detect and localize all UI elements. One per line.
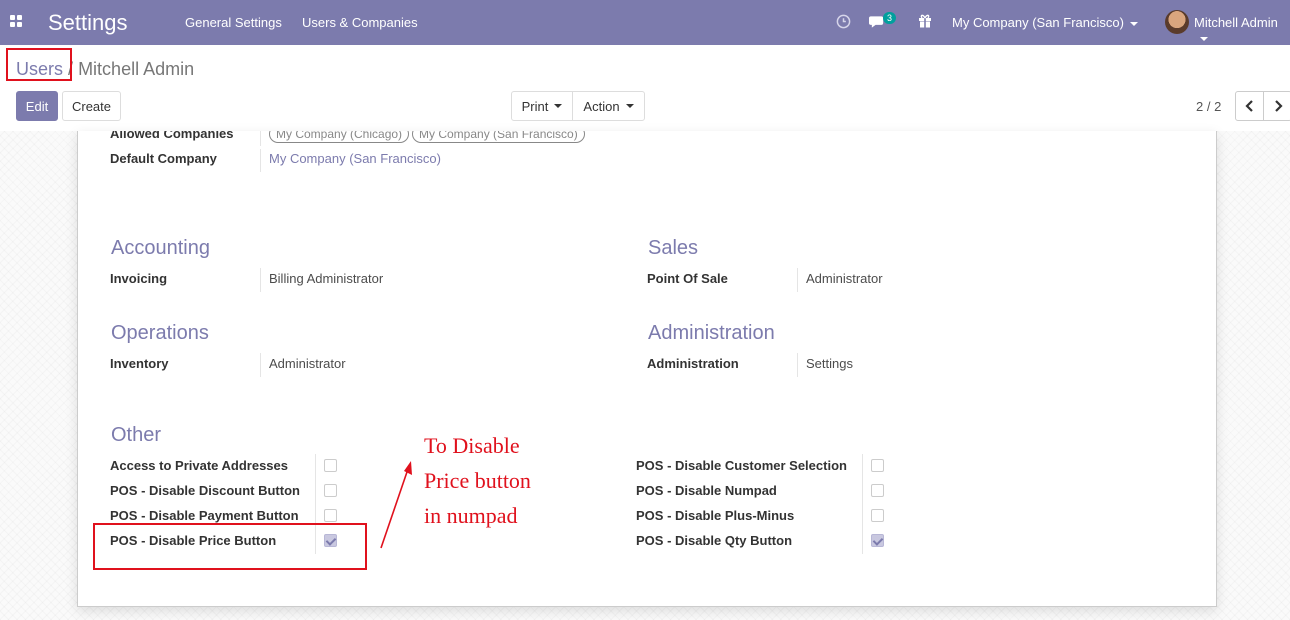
invoicing-label: Invoicing: [110, 271, 168, 286]
disable-qty-checkbox[interactable]: [871, 534, 884, 547]
inventory-value[interactable]: Administrator: [269, 356, 346, 371]
section-title-accounting: Accounting: [111, 237, 210, 259]
user-name: Mitchell Admin: [1194, 15, 1278, 30]
chevron-down-icon: [625, 104, 634, 108]
checkbox-label: POS - Disable Plus-Minus: [636, 508, 795, 523]
menu-general-settings[interactable]: General Settings: [185, 15, 282, 30]
pager-previous-button[interactable]: [1235, 91, 1264, 121]
chevron-down-icon: [1129, 21, 1138, 26]
company-name: My Company (San Francisco): [952, 15, 1124, 30]
field-separator: [260, 268, 261, 292]
disable-customer-selection-checkbox[interactable]: [871, 459, 884, 472]
annotation-text: To Disable Price button in numpad: [424, 428, 584, 533]
checkbox-label: Access to Private Addresses: [110, 458, 289, 473]
pager-value[interactable]: 2 / 2: [1196, 99, 1221, 114]
checkbox-label: POS - Disable Customer Selection: [636, 458, 847, 473]
administration-label: Administration: [647, 356, 739, 371]
checkbox-label: POS - Disable Qty Button: [636, 533, 793, 548]
default-company-link[interactable]: My Company (San Francisco): [269, 151, 441, 166]
field-separator: [797, 353, 798, 377]
breadcrumb-current: Mitchell Admin: [78, 59, 195, 79]
field-separator: [260, 131, 261, 146]
annotation-line: in numpad: [424, 503, 518, 528]
apps-menu-icon[interactable]: [10, 15, 23, 28]
checkbox-label: POS - Disable Payment Button: [110, 508, 299, 523]
users-highlight-box: [6, 48, 72, 81]
field-separator: [260, 353, 261, 377]
disable-discount-checkbox[interactable]: [324, 484, 337, 497]
administration-value[interactable]: Settings: [806, 356, 853, 371]
field-separator: [260, 149, 261, 172]
app-title[interactable]: Settings: [48, 10, 128, 36]
invoicing-value[interactable]: Billing Administrator: [269, 271, 383, 286]
point-of-sale-value[interactable]: Administrator: [806, 271, 883, 286]
gift-icon[interactable]: [918, 14, 932, 28]
company-tag[interactable]: My Company (San Francisco): [412, 131, 585, 143]
section-title-other: Other: [111, 424, 162, 446]
action-label: Action: [583, 98, 620, 114]
disable-payment-checkbox[interactable]: [324, 509, 337, 522]
messages-badge: 3: [883, 12, 897, 24]
allowed-companies-label: Allowed Companies: [110, 131, 234, 141]
section-title-sales: Sales: [648, 237, 699, 259]
access-private-addresses-checkbox[interactable]: [324, 459, 337, 472]
price-button-highlight-box: [93, 523, 367, 570]
disable-plus-minus-checkbox[interactable]: [871, 509, 884, 522]
chevron-down-icon: [1200, 36, 1208, 41]
disable-numpad-checkbox[interactable]: [871, 484, 884, 497]
annotation-arrow-icon: [380, 461, 412, 549]
inventory-label: Inventory: [110, 356, 169, 371]
print-dropdown[interactable]: Print: [511, 91, 573, 121]
chevron-left-icon: [1244, 100, 1253, 112]
field-separator: [797, 268, 798, 292]
create-button[interactable]: Create: [62, 91, 121, 121]
company-switcher[interactable]: My Company (San Francisco): [952, 15, 1138, 30]
annotation-line: Price button: [424, 468, 531, 493]
company-tag[interactable]: My Company (Chicago): [269, 131, 410, 143]
checkbox-label: POS - Disable Numpad: [636, 483, 777, 498]
menu-users-companies[interactable]: Users & Companies: [302, 15, 418, 30]
print-label: Print: [521, 98, 549, 114]
action-dropdown[interactable]: Action: [572, 91, 645, 121]
chevron-right-icon: [1274, 100, 1283, 112]
activity-clock-icon[interactable]: [836, 14, 851, 29]
chevron-down-icon: [554, 104, 563, 108]
checkbox-label: POS - Disable Discount Button: [110, 483, 300, 498]
top-navbar: Settings General Settings Users & Compan…: [0, 0, 1290, 45]
edit-button[interactable]: Edit: [16, 91, 58, 121]
user-menu[interactable]: Mitchell Admin: [1194, 15, 1290, 45]
point-of-sale-label: Point Of Sale: [647, 271, 728, 286]
default-company-label: Default Company: [110, 151, 217, 166]
pager-next-button[interactable]: [1263, 91, 1290, 121]
avatar[interactable]: [1165, 10, 1189, 34]
section-title-administration: Administration: [648, 322, 775, 344]
section-title-operations: Operations: [111, 322, 209, 344]
field-separator: [862, 454, 863, 554]
annotation-line: To Disable: [424, 433, 520, 458]
